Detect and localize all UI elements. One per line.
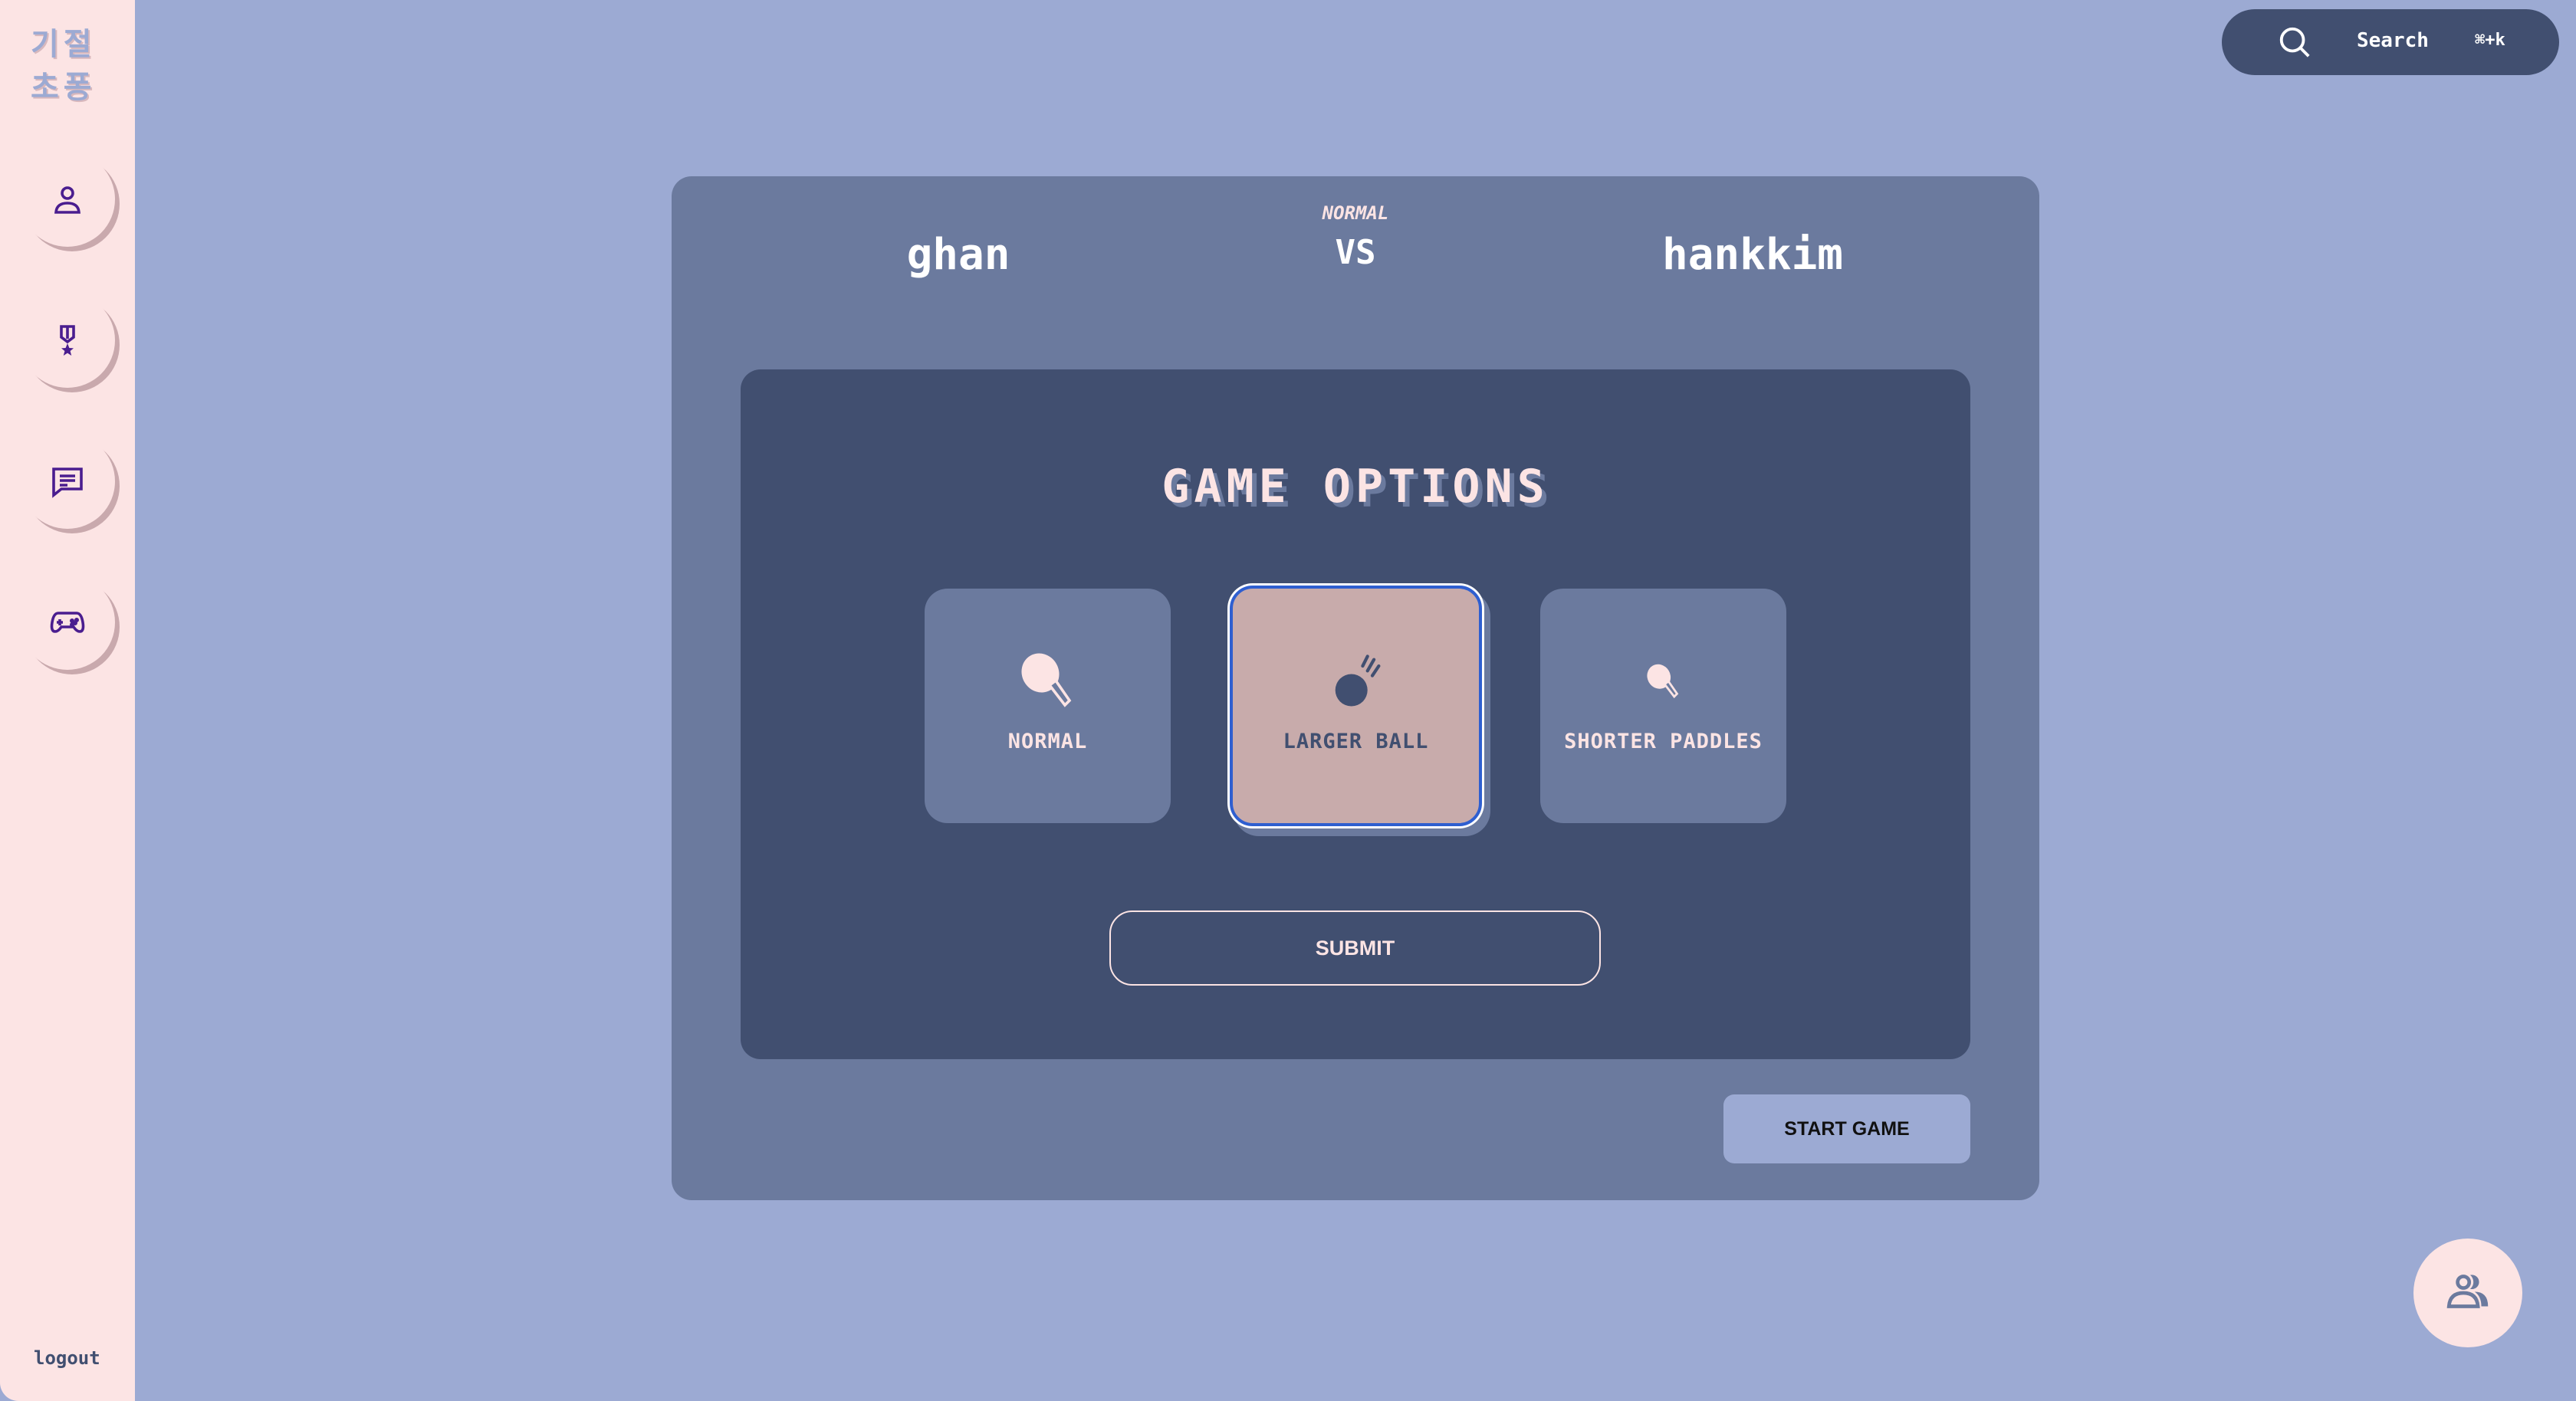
player-right-name: hankkim <box>1661 230 1844 280</box>
friends-icon <box>2446 1275 2489 1308</box>
option-label: LARGER BALL <box>1283 730 1429 753</box>
search-label: Search <box>2357 29 2429 52</box>
friends-button[interactable] <box>2413 1239 2522 1347</box>
small-paddle-icon <box>1646 664 1678 699</box>
option-label: NORMAL <box>1007 730 1088 753</box>
game-options-title: GAME OPTIONS <box>1162 460 1549 513</box>
logout-link[interactable]: logout <box>34 1347 100 1369</box>
logo-line-2: 초퐁 <box>31 70 97 105</box>
option-card-larger-ball[interactable]: LARGER BALL <box>1230 586 1482 826</box>
vs-label: VS <box>1335 233 1376 272</box>
nav-game-button[interactable] <box>20 575 115 670</box>
nav-chat-button[interactable] <box>20 434 115 529</box>
logo-line-1: 기절 <box>31 27 97 62</box>
gamepad-icon <box>50 612 85 633</box>
player-left-name: ghan <box>906 230 1010 280</box>
user-icon <box>54 186 80 214</box>
sidebar: 기절 초퐁 logout <box>0 0 135 1401</box>
search-shortcut: ⌘+k <box>2475 31 2505 50</box>
option-label: SHORTER PADDLES <box>1564 730 1763 753</box>
chat-icon <box>52 468 83 498</box>
ball-icon <box>1335 655 1380 707</box>
medal-icon <box>60 325 75 356</box>
submit-button[interactable]: SUBMIT <box>1109 910 1601 986</box>
game-options-panel: GAME OPTIONS NORMAL LARGER BALL SHORTER … <box>741 369 1970 1059</box>
game-mode-tag: NORMAL <box>1322 202 1389 224</box>
app-logo[interactable]: 기절 초퐁 <box>31 23 115 109</box>
nav-profile-button[interactable] <box>20 152 115 247</box>
start-game-button[interactable]: START GAME <box>1723 1094 1970 1163</box>
search-icon <box>2279 27 2310 57</box>
option-card-normal[interactable]: NORMAL <box>925 589 1171 823</box>
search-button[interactable]: Search ⌘+k <box>2222 9 2559 75</box>
game-setup-panel: ghan NORMAL VS hankkim GAME OPTIONS NORM… <box>672 176 2039 1200</box>
option-card-shorter-paddles[interactable]: SHORTER PADDLES <box>1540 589 1786 823</box>
nav-ranking-button[interactable] <box>20 293 115 388</box>
paddle-icon <box>1020 653 1071 707</box>
